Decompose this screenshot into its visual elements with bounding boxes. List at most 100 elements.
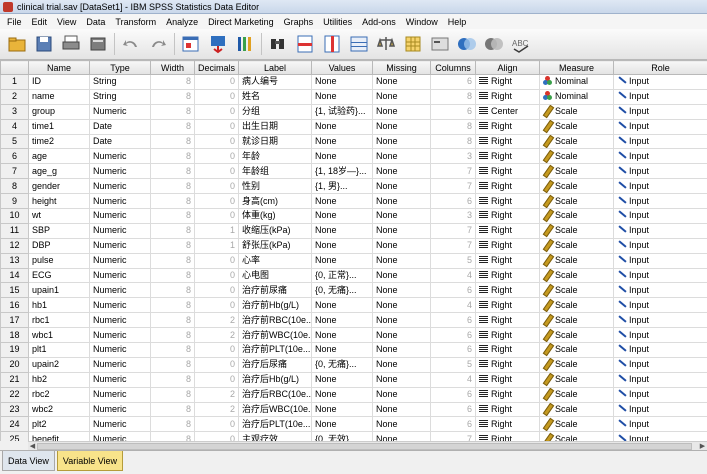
label-cell[interactable]: 舒张压(kPa) — [238, 237, 312, 254]
type-cell[interactable]: Numeric — [89, 371, 151, 388]
row-number-cell[interactable]: 7 — [0, 163, 29, 180]
decimals-cell[interactable]: 0 — [194, 103, 239, 120]
label-cell[interactable]: 性别 — [238, 178, 312, 195]
name-cell[interactable]: plt1 — [28, 342, 90, 358]
missing-cell[interactable]: None — [372, 416, 431, 433]
values-cell[interactable]: None — [311, 237, 373, 254]
width-cell[interactable]: 8 — [150, 88, 195, 105]
column-header-align[interactable]: Align — [475, 60, 540, 75]
missing-cell[interactable]: None — [372, 74, 431, 90]
values-cell[interactable]: None — [311, 118, 373, 135]
name-cell[interactable]: pulse — [28, 252, 90, 269]
name-cell[interactable]: group — [28, 103, 90, 120]
measure-cell[interactable]: Scale — [539, 356, 614, 373]
type-cell[interactable]: Date — [89, 133, 151, 150]
decimals-cell[interactable]: 2 — [194, 386, 239, 403]
decimals-cell[interactable]: 0 — [194, 342, 239, 358]
columns-cell[interactable]: 7 — [430, 178, 476, 195]
row-number-cell[interactable]: 20 — [0, 356, 29, 373]
menu-file[interactable]: File — [2, 17, 27, 27]
measure-cell[interactable]: Scale — [539, 118, 614, 135]
width-cell[interactable]: 8 — [150, 133, 195, 150]
decimals-cell[interactable]: 2 — [194, 327, 239, 344]
missing-cell[interactable]: None — [372, 356, 431, 373]
role-cell[interactable]: Input — [613, 401, 707, 418]
role-cell[interactable]: Input — [613, 252, 707, 269]
columns-cell[interactable]: 4 — [430, 297, 476, 314]
column-header-measure[interactable]: Measure — [539, 60, 614, 75]
decimals-cell[interactable]: 1 — [194, 222, 239, 239]
missing-cell[interactable]: None — [372, 327, 431, 344]
missing-cell[interactable]: None — [372, 386, 431, 403]
align-cell[interactable]: Right — [475, 148, 540, 165]
missing-cell[interactable]: None — [372, 133, 431, 150]
columns-cell[interactable]: 6 — [430, 74, 476, 90]
label-cell[interactable]: 心电图 — [238, 267, 312, 284]
name-cell[interactable]: rbc2 — [28, 386, 90, 403]
role-cell[interactable]: Input — [613, 163, 707, 180]
split-file-icon[interactable] — [348, 33, 370, 55]
measure-cell[interactable]: Scale — [539, 193, 614, 210]
missing-cell[interactable]: None — [372, 103, 431, 120]
values-cell[interactable]: None — [311, 386, 373, 403]
columns-cell[interactable]: 7 — [430, 163, 476, 180]
missing-cell[interactable]: None — [372, 312, 431, 329]
row-number-cell[interactable]: 18 — [0, 327, 29, 344]
menu-help[interactable]: Help — [443, 17, 472, 27]
missing-cell[interactable]: None — [372, 222, 431, 239]
column-header-decimals[interactable]: Decimals — [194, 60, 239, 75]
menu-edit[interactable]: Edit — [27, 17, 53, 27]
values-cell[interactable]: None — [311, 88, 373, 105]
row-number-cell[interactable]: 23 — [0, 401, 29, 418]
column-header-role[interactable]: Role — [613, 60, 707, 75]
width-cell[interactable]: 8 — [150, 148, 195, 165]
align-cell[interactable]: Right — [475, 267, 540, 284]
label-cell[interactable]: 治疗前PLT(10e... — [238, 342, 312, 358]
role-cell[interactable]: Input — [613, 74, 707, 90]
role-cell[interactable]: Input — [613, 431, 707, 441]
name-cell[interactable]: upain2 — [28, 356, 90, 373]
role-cell[interactable]: Input — [613, 103, 707, 120]
name-cell[interactable]: age — [28, 148, 90, 165]
tab-data-view[interactable]: Data View — [2, 451, 55, 471]
row-number-cell[interactable]: 17 — [0, 312, 29, 329]
align-cell[interactable]: Right — [475, 312, 540, 329]
align-cell[interactable]: Right — [475, 386, 540, 403]
role-cell[interactable]: Input — [613, 148, 707, 165]
menu-analyze[interactable]: Analyze — [161, 17, 203, 27]
menu-graphs[interactable]: Graphs — [279, 17, 319, 27]
columns-cell[interactable]: 7 — [430, 431, 476, 441]
role-cell[interactable]: Input — [613, 282, 707, 299]
label-cell[interactable]: 治疗后RBC(10e... — [238, 386, 312, 403]
menu-add-ons[interactable]: Add-ons — [357, 17, 401, 27]
spelling-icon[interactable]: ABC — [510, 33, 532, 55]
role-cell[interactable]: Input — [613, 356, 707, 373]
values-cell[interactable]: None — [311, 208, 373, 224]
role-cell[interactable]: Input — [613, 118, 707, 135]
column-header-columns[interactable]: Columns — [430, 60, 476, 75]
measure-cell[interactable]: Scale — [539, 431, 614, 441]
missing-cell[interactable]: None — [372, 237, 431, 254]
values-cell[interactable]: {0, 无痛}... — [311, 356, 373, 373]
type-cell[interactable]: Numeric — [89, 208, 151, 224]
column-header-values[interactable]: Values — [311, 60, 373, 75]
row-number-cell[interactable]: 15 — [0, 282, 29, 299]
measure-cell[interactable]: Scale — [539, 342, 614, 358]
row-number-cell[interactable]: 24 — [0, 416, 29, 433]
columns-cell[interactable]: 3 — [430, 208, 476, 224]
columns-cell[interactable]: 3 — [430, 148, 476, 165]
values-cell[interactable]: {1, 试验药}... — [311, 103, 373, 120]
width-cell[interactable]: 8 — [150, 163, 195, 180]
decimals-cell[interactable]: 0 — [194, 371, 239, 388]
goto-variable-icon[interactable] — [207, 33, 229, 55]
row-number-cell[interactable]: 25 — [0, 431, 29, 441]
row-number-cell[interactable]: 12 — [0, 237, 29, 254]
width-cell[interactable]: 8 — [150, 193, 195, 210]
columns-cell[interactable]: 8 — [430, 88, 476, 105]
measure-cell[interactable]: Scale — [539, 222, 614, 239]
measure-cell[interactable]: Scale — [539, 163, 614, 180]
type-cell[interactable]: Numeric — [89, 342, 151, 358]
insert-cases-icon[interactable] — [294, 33, 316, 55]
row-number-cell[interactable]: 14 — [0, 267, 29, 284]
align-cell[interactable]: Right — [475, 208, 540, 224]
